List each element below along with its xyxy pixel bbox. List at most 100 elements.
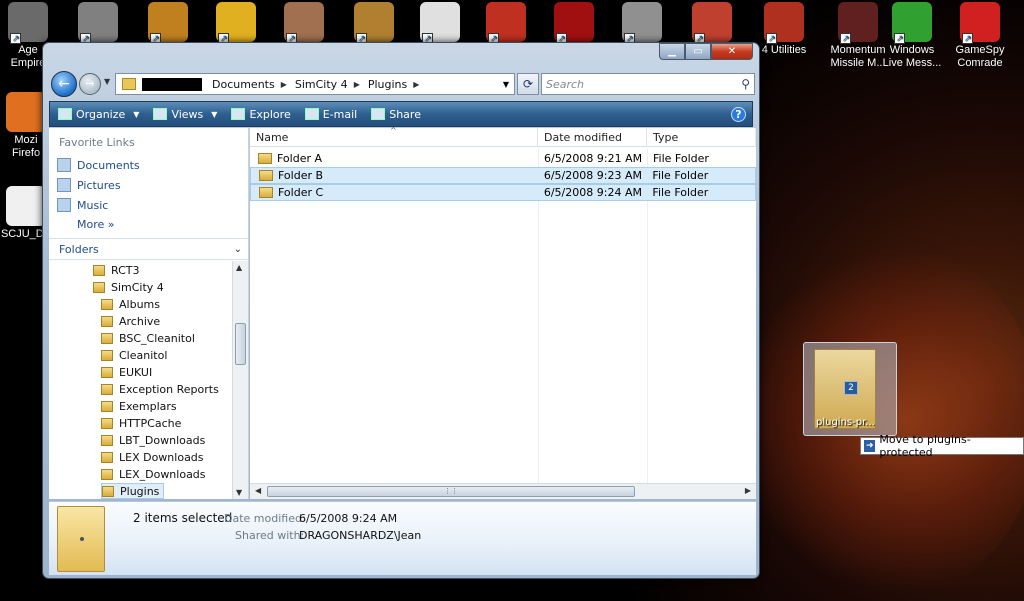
favorite-links-header: Favorite Links <box>59 136 135 149</box>
castle-game-icon[interactable]: ↗ <box>268 2 340 44</box>
minimize-button[interactable]: ▁ <box>659 43 685 60</box>
tree-item[interactable]: EUKUI <box>101 364 152 380</box>
recent-pages-dropdown[interactable]: ▼ <box>104 77 114 86</box>
panda-game-icon[interactable]: ↗ <box>404 2 476 44</box>
date-modified-cell: 6/5/2008 9:24 AM <box>543 186 642 199</box>
favorite-label: Music <box>77 198 109 212</box>
email-button[interactable]: E-mail <box>304 107 358 121</box>
tree-item[interactable]: Exemplars <box>101 398 177 414</box>
date-modified-cell: 6/5/2008 9:23 AM <box>543 169 642 182</box>
samurai-game-image-icon: ↗ <box>148 2 188 44</box>
scroll-up-icon[interactable]: ▲ <box>236 263 242 272</box>
tree-item[interactable]: LBT_Downloads <box>101 432 205 448</box>
address-dropdown-icon[interactable]: ▼ <box>498 80 514 89</box>
tree-item[interactable]: HTTPCache <box>101 415 181 431</box>
breadcrumb-plugins[interactable]: Plugins <box>368 78 407 91</box>
share-button[interactable]: Share <box>371 108 421 121</box>
folder-icon <box>101 434 113 446</box>
explore-button[interactable]: Explore <box>231 108 291 121</box>
folder-icon <box>259 187 273 198</box>
tree-item[interactable]: Cleanitol <box>101 347 167 363</box>
more-links[interactable]: More » <box>77 218 115 231</box>
address-bar[interactable]: Documents ▶ SimCity 4 ▶ Plugins ▶ ▼ <box>115 73 515 95</box>
organize-icon <box>58 108 72 120</box>
back-button[interactable]: ← <box>51 71 77 97</box>
tree-vertical-scrollbar[interactable]: ▲ ▼ <box>232 261 248 499</box>
tree-item[interactable]: LEX Downloads <box>101 449 204 465</box>
search-input[interactable]: Search ⚲ <box>541 73 755 95</box>
organize-button[interactable]: Organize ▼ <box>58 108 139 121</box>
tree-item-label: Plugins <box>120 484 160 498</box>
views-button[interactable]: Views ▼ <box>153 108 217 121</box>
robot-game-icon[interactable]: ↗ <box>606 2 678 44</box>
column-date-modified[interactable]: Date modified <box>538 128 647 147</box>
file-row[interactable]: Folder C 6/5/2008 9:24 AM File Folder <box>250 184 756 201</box>
red-emblem-icon[interactable]: ↗ <box>470 2 542 44</box>
tree-item[interactable]: Exception Reports <box>101 381 219 397</box>
file-row[interactable]: Folder B 6/5/2008 9:23 AM File Folder <box>250 167 756 184</box>
column-type[interactable]: Type <box>647 128 756 147</box>
horizontal-scrollbar[interactable]: ◀ ⋮⋮ ▶ <box>250 483 756 499</box>
file-name: Folder C <box>278 186 324 199</box>
file-row[interactable]: Folder A 6/5/2008 9:21 AM File Folder <box>250 150 756 167</box>
search-icon[interactable]: ⚲ <box>741 77 750 91</box>
folder-icon <box>101 366 113 378</box>
scroll-right-icon[interactable]: ▶ <box>745 486 751 495</box>
samurai-game-icon[interactable]: ↗ <box>132 2 204 44</box>
ring-game-image-icon: ↗ <box>216 2 256 44</box>
tree-item-label: EUKUI <box>119 365 153 379</box>
ring-game-icon[interactable]: ↗ <box>200 2 272 44</box>
scroll-down-icon[interactable]: ▼ <box>236 488 242 497</box>
share-label: Share <box>389 107 421 121</box>
red-dragon-icon[interactable]: ↗ <box>538 2 610 44</box>
tree-item[interactable]: SimCity 4 <box>93 279 164 295</box>
tree-item-label: LEX Downloads <box>119 450 204 464</box>
close-button[interactable]: ✕ <box>711 43 753 60</box>
breadcrumb-separator-icon[interactable]: ▶ <box>281 80 287 89</box>
email-label: E-mail <box>322 107 358 121</box>
tree-item[interactable]: Archive <box>101 313 160 329</box>
organize-label: Organize <box>76 107 126 121</box>
scroll-left-icon[interactable]: ◀ <box>255 486 261 495</box>
refresh-button[interactable]: ⟳ <box>517 73 539 95</box>
breadcrumb-separator-icon[interactable]: ▶ <box>354 80 360 89</box>
forward-button[interactable]: → <box>79 73 101 95</box>
maximize-button[interactable]: ▭ <box>685 43 711 60</box>
simcity-4-icon[interactable]: ↗ <box>676 2 748 44</box>
drag-tooltip: ➜ Move to plugins-protected <box>860 433 1024 459</box>
folders-header[interactable]: Folders ⌄ <box>49 238 248 260</box>
scroll-thumb[interactable] <box>235 323 246 365</box>
pyramid-game-icon[interactable]: ↗ <box>62 2 134 44</box>
folder-icon <box>101 332 113 344</box>
breadcrumb-documents[interactable]: Documents <box>212 78 275 91</box>
selection-count: 2 items selected <box>133 511 233 525</box>
type-cell: File Folder <box>652 186 709 199</box>
age-empires-image-icon: ↗ <box>8 2 48 44</box>
search-placeholder: Search <box>546 77 585 91</box>
tree-item[interactable]: BSC_Cleanitol <box>101 330 195 346</box>
breadcrumb-simcity4[interactable]: SimCity 4 <box>295 78 348 91</box>
chevron-down-icon: ▼ <box>133 109 140 119</box>
favorite-documents[interactable]: Documents <box>57 158 140 172</box>
gamespy-comrade-icon[interactable]: ↗ GameSpy Comrade <box>944 2 1016 70</box>
pictures-icon <box>57 178 71 192</box>
favorite-music[interactable]: Music <box>57 198 108 212</box>
email-icon <box>304 108 319 120</box>
tree-item[interactable]: Albums <box>101 296 160 312</box>
folder-icon <box>259 170 273 181</box>
move-arrow-icon: ➜ <box>864 440 876 452</box>
breadcrumb-separator-icon[interactable]: ▶ <box>413 80 419 89</box>
civ-game-icon[interactable]: ↗ <box>338 2 410 44</box>
tree-item[interactable]: RCT3 <box>93 262 140 278</box>
tree-item-label: Exemplars <box>119 399 177 413</box>
red-dragon-image-icon: ↗ <box>554 2 594 44</box>
tree-item[interactable]: LEX_Downloads <box>101 466 206 482</box>
windows-live-messenger-image-icon: ↗ <box>892 2 932 44</box>
help-button[interactable]: ? <box>731 106 746 122</box>
windows-live-messenger-icon[interactable]: ↗ Windows Live Mess... <box>876 2 948 70</box>
tree-item[interactable]: Plugins <box>101 483 165 499</box>
scroll-thumb[interactable]: ⋮⋮ <box>267 486 635 497</box>
favorite-pictures[interactable]: Pictures <box>57 178 121 192</box>
drag-target-label: plugins-pr... <box>816 417 875 428</box>
views-icon <box>153 108 168 120</box>
